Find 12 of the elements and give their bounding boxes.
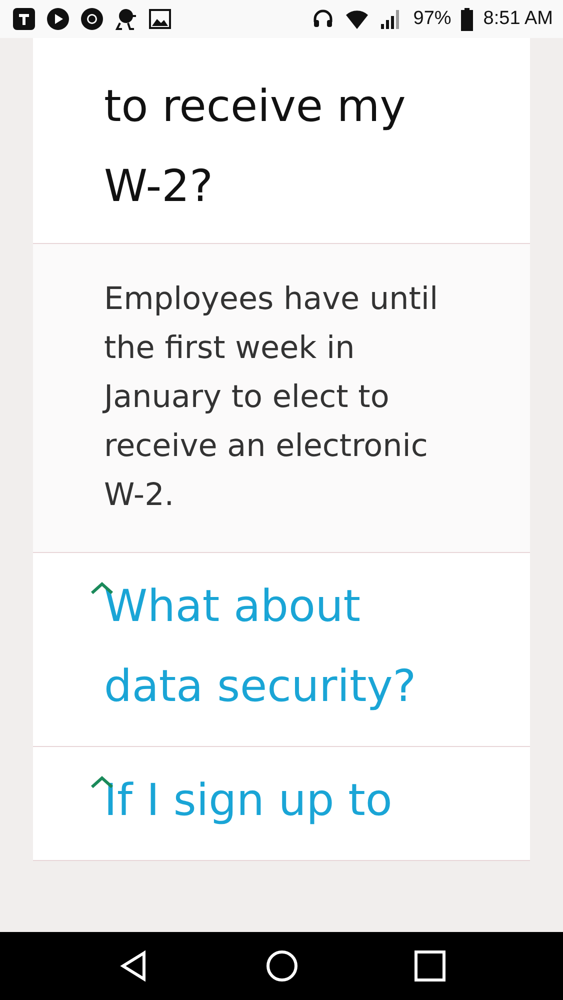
answer-text: Employees have until the first week in January to elect to receive an electronic W-2.	[104, 280, 440, 515]
clock: 8:51 AM	[483, 8, 553, 30]
battery-icon	[461, 7, 474, 31]
home-button[interactable]	[264, 949, 298, 983]
figure-icon	[114, 7, 138, 31]
app-icon	[12, 7, 36, 31]
question-text: to receive my W-2?	[104, 80, 407, 214]
recents-button[interactable]	[414, 950, 446, 982]
image-icon	[148, 7, 172, 31]
battery-percent: 97%	[413, 8, 452, 30]
browser-icon	[80, 7, 104, 31]
play-icon	[46, 7, 70, 31]
